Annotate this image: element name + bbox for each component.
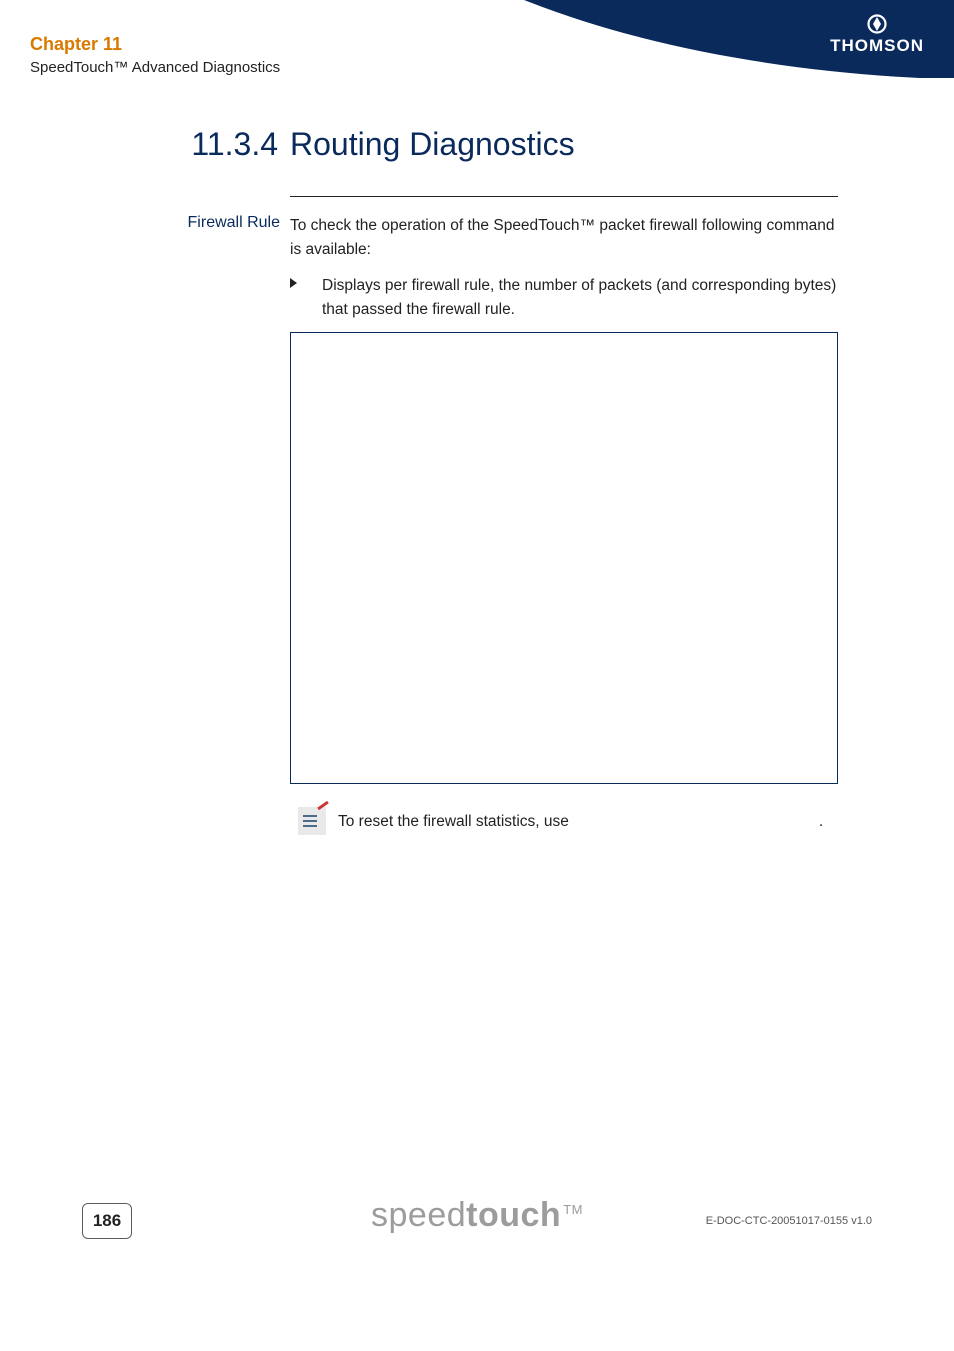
section-heading: 11.3.4 Routing Diagnostics <box>178 126 575 163</box>
document-id: E-DOC-CTC-20051017-0155 v1.0 <box>706 1215 872 1227</box>
bullet-row: Displays per firewall rule, the number o… <box>290 274 838 322</box>
note-icon <box>298 807 326 835</box>
speedtouch-logo-tm: TM <box>563 1202 583 1217</box>
code-example-box <box>290 332 838 784</box>
thomson-logo-text: THOMSON <box>830 36 924 55</box>
thomson-logo-icon <box>866 14 888 34</box>
bullet-text: Displays per firewall rule, the number o… <box>322 274 838 322</box>
margin-label-firewall-rule: Firewall Rule <box>176 214 280 232</box>
speedtouch-logo-light: speed <box>371 1196 466 1234</box>
note-text: To reset the firewall statistics, use. <box>338 813 838 831</box>
chapter-block: Chapter 11 SpeedTouch™ Advanced Diagnost… <box>30 34 280 76</box>
thomson-logo: THOMSON <box>830 14 924 56</box>
section-number: 11.3.4 <box>178 126 278 163</box>
chapter-title: Chapter 11 <box>30 34 280 55</box>
section-title: Routing Diagnostics <box>290 126 575 162</box>
speedtouch-logo-bold: touch <box>466 1196 561 1234</box>
chapter-subtitle: SpeedTouch™ Advanced Diagnostics <box>30 59 280 76</box>
note-text-prefix: To reset the firewall statistics, use <box>338 813 569 830</box>
bullet-triangle-icon <box>290 278 297 288</box>
note-text-suffix: . <box>819 813 823 830</box>
intro-paragraph: To check the operation of the SpeedTouch… <box>290 214 838 262</box>
section-rule <box>290 196 838 197</box>
note-row: To reset the firewall statistics, use. <box>290 805 838 847</box>
